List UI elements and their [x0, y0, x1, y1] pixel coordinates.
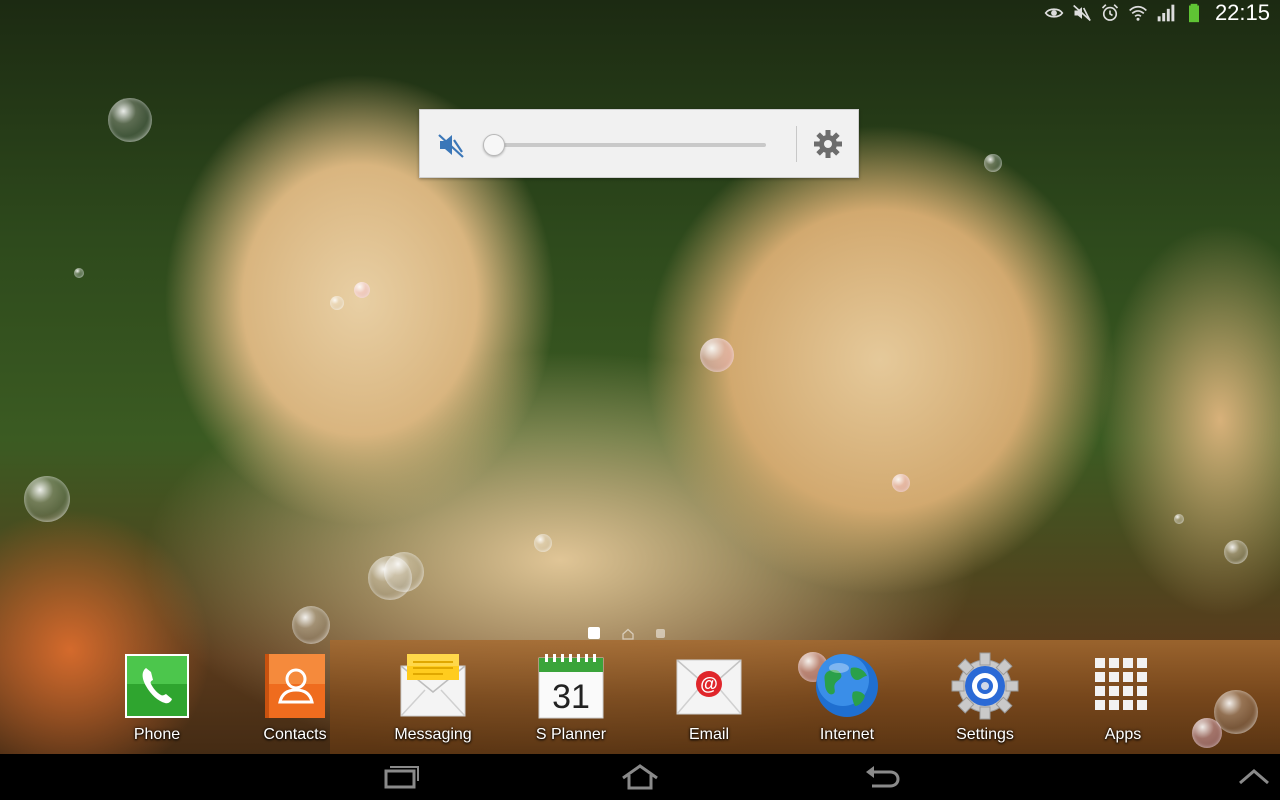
app-phone[interactable]: Phone: [88, 652, 226, 748]
signal-icon: [1155, 2, 1177, 24]
app-contacts[interactable]: Contacts: [226, 652, 364, 748]
home-page-dot-icon[interactable]: [622, 627, 634, 640]
bubble: [534, 534, 552, 552]
battery-icon: [1183, 2, 1205, 24]
navigation-bar: [0, 754, 1280, 800]
globe-icon: [813, 652, 881, 720]
bubble: [1192, 718, 1222, 748]
bubble: [700, 338, 734, 372]
status-clock: 22:15: [1214, 0, 1270, 25]
page-dot[interactable]: [656, 628, 665, 638]
email-icon: @: [675, 652, 743, 720]
back-icon[interactable]: [860, 762, 904, 792]
volume-slider-thumb[interactable]: [483, 134, 505, 156]
volume-slider-track[interactable]: [494, 143, 766, 147]
app-email[interactable]: @ Email: [640, 652, 778, 748]
bubble: [384, 552, 424, 592]
app-label: S Planner: [535, 726, 607, 743]
status-bar[interactable]: 22:15: [1010, 0, 1280, 26]
bubble: [24, 476, 70, 522]
bubble: [74, 268, 84, 278]
mute-icon: [1071, 2, 1093, 24]
volume-mute-icon[interactable]: [436, 130, 466, 160]
app-label: Contacts: [263, 726, 327, 743]
app-label: Messaging: [394, 726, 472, 743]
app-s-planner[interactable]: 31 S Planner: [502, 652, 640, 748]
contacts-icon: [261, 652, 329, 720]
volume-panel: [419, 109, 859, 178]
app-label: Phone: [133, 726, 181, 743]
app-internet[interactable]: Internet: [778, 652, 916, 748]
volume-divider: [796, 126, 797, 162]
home-icon[interactable]: [618, 762, 662, 792]
bubble: [1224, 540, 1248, 564]
bubble: [984, 154, 1002, 172]
calendar-icon: 31: [537, 652, 605, 720]
settings-icon: [951, 652, 1019, 720]
alarm-icon: [1099, 2, 1121, 24]
app-label: Email: [688, 726, 729, 743]
app-grid-icon: [1089, 652, 1157, 720]
bubble: [292, 606, 330, 644]
up-chevron-icon[interactable]: [1232, 762, 1276, 792]
page-dot-active[interactable]: [588, 627, 600, 639]
app-apps[interactable]: Apps: [1054, 652, 1192, 748]
smart-stay-eye-icon: [1043, 2, 1065, 24]
phone-icon: [123, 652, 191, 720]
wifi-icon: [1127, 2, 1149, 24]
svg-text:@: @: [700, 674, 718, 694]
recent-apps-icon[interactable]: [378, 762, 422, 792]
app-messaging[interactable]: Messaging: [364, 652, 502, 748]
app-label: Settings: [956, 726, 1014, 743]
bubble: [1174, 514, 1184, 524]
messaging-icon: [399, 652, 467, 720]
bubble: [892, 474, 910, 492]
bubble: [354, 282, 370, 298]
calendar-day: 31: [552, 678, 590, 716]
bubble: [330, 296, 344, 310]
page-indicator[interactable]: [588, 627, 665, 640]
app-dock: Phone Contacts Messaging 31 S Planner @ …: [88, 652, 1192, 748]
app-settings[interactable]: Settings: [916, 652, 1054, 748]
settings-gear-icon[interactable]: [812, 128, 844, 160]
app-label: Internet: [819, 726, 875, 743]
app-label: Apps: [1104, 726, 1142, 743]
bubble: [108, 98, 152, 142]
